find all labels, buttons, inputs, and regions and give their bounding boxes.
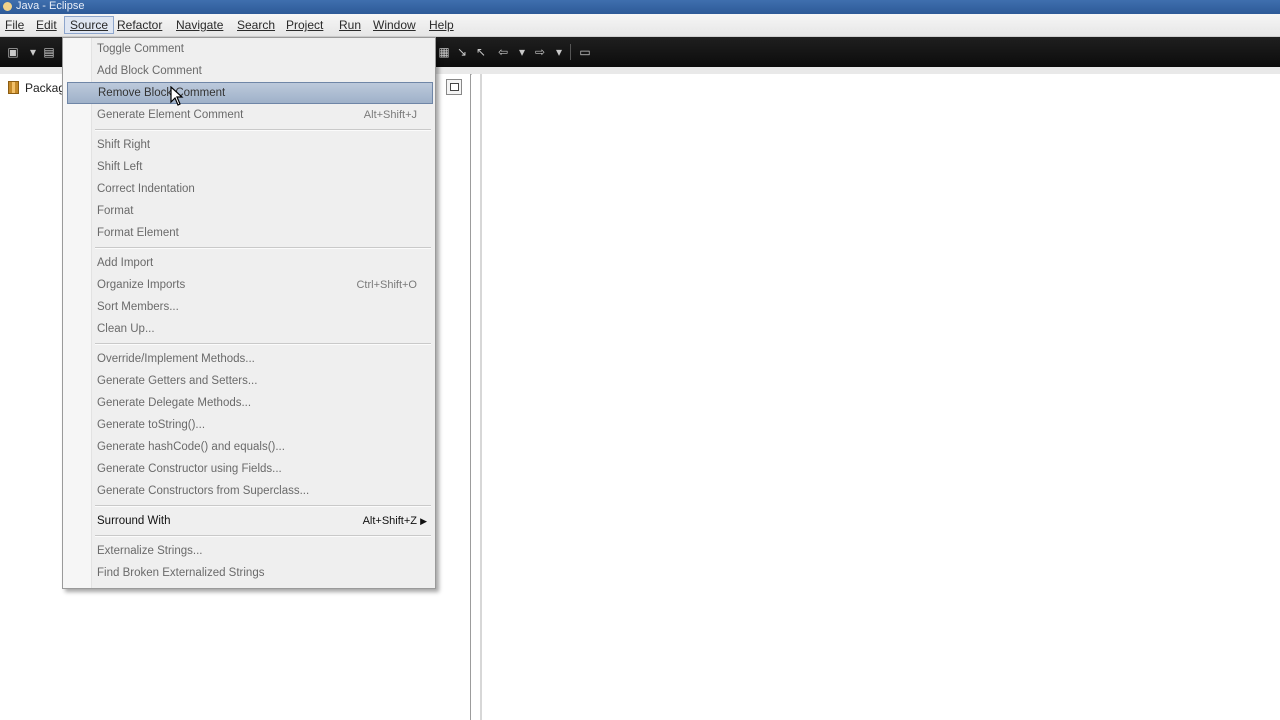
menu-item-add-import[interactable]: Add Import [67,252,431,274]
menu-item-label: Generate toString()... [97,419,206,431]
menu-item-label: Generate Element Comment [97,109,244,121]
window-title-bar: Java - Eclipse [0,0,1280,14]
menu-item-label: Externalize Strings... [97,545,203,557]
menu-help[interactable]: Help [424,17,459,33]
back-dropdown-icon[interactable]: ▾ [515,45,529,59]
package-explorer-tab[interactable]: Packag [8,80,65,96]
menu-source[interactable]: Source [64,16,115,34]
menu-item-find-broken-externalized-strings[interactable]: Find Broken Externalized Strings [67,562,431,584]
annotation-icon[interactable]: ▦ [437,45,451,59]
menu-item-format[interactable]: Format [67,200,431,222]
menu-edit[interactable]: Edit [31,17,62,33]
menu-item-add-block-comment[interactable]: Add Block Comment [67,60,431,82]
submenu-arrow-icon: ▶ [420,516,427,526]
menu-item-shortcut: Alt+Shift+Z [362,515,417,527]
menu-item-generate-constructors-from-superclass[interactable]: Generate Constructors from Superclass... [67,480,431,502]
window-title: Java - Eclipse [16,0,85,12]
menu-item-generate-delegate-methods[interactable]: Generate Delegate Methods... [67,392,431,414]
menu-bar: File Edit Source Refactor Navigate Searc… [0,14,1280,37]
menu-project[interactable]: Project [281,17,328,33]
menu-item-label: Add Block Comment [97,65,202,77]
menu-file[interactable]: File [0,17,29,33]
menu-item-toggle-comment[interactable]: Toggle Comment [67,38,431,60]
forward-dropdown-icon[interactable]: ▾ [552,45,566,59]
menu-run[interactable]: Run [334,17,366,33]
editor-area[interactable] [472,74,1280,720]
menu-item-label: Clean Up... [97,323,155,335]
menu-item-correct-indentation[interactable]: Correct Indentation [67,178,431,200]
menu-separator [95,343,431,345]
menu-item-remove-block-comment[interactable]: Remove Block Comment [67,82,433,104]
menu-item-label: Shift Right [97,139,151,151]
menu-item-label: Toggle Comment [97,43,184,55]
restore-view-button[interactable] [446,79,462,95]
menu-separator [95,129,431,131]
menu-item-format-element[interactable]: Format Element [67,222,431,244]
menu-item-shift-right[interactable]: Shift Right [67,134,431,156]
save-icon[interactable]: ▤ [42,45,56,59]
menu-separator [95,247,431,249]
menu-item-generate-constructor-using-fields[interactable]: Generate Constructor using Fields... [67,458,431,480]
menu-item-label: Add Import [97,257,154,269]
back-icon[interactable]: ⇦ [496,45,510,59]
menu-item-label: Generate Getters and Setters... [97,375,258,387]
toolbar-separator [570,44,571,60]
menu-item-shortcut: Ctrl+Shift+O [356,279,417,291]
menu-item-shift-left[interactable]: Shift Left [67,156,431,178]
menu-item-label: Shift Left [97,161,143,173]
menu-item-label: Correct Indentation [97,183,195,195]
package-icon [8,81,19,94]
menu-item-label: Sort Members... [97,301,179,313]
package-explorer-tab-label: Packag [25,81,66,95]
menu-item-clean-up[interactable]: Clean Up... [67,318,431,340]
menu-separator [95,505,431,507]
menu-item-sort-members[interactable]: Sort Members... [67,296,431,318]
source-menu-dropdown: Toggle Comment Add Block Comment Remove Bl… [62,37,436,589]
perspective-icon[interactable]: ▭ [578,45,592,59]
menu-item-generate-hashcode-and-equals[interactable]: Generate hashCode() and equals()... [67,436,431,458]
menu-item-label: Remove Block Comment [98,87,226,99]
menu-navigate[interactable]: Navigate [171,17,228,33]
menu-window[interactable]: Window [368,17,421,33]
menu-item-externalize-strings[interactable]: Externalize Strings... [67,540,431,562]
menu-item-generate-tostring[interactable]: Generate toString()... [67,414,431,436]
forward-icon[interactable]: ⇨ [533,45,547,59]
next-annotation-icon[interactable]: ↘ [455,45,469,59]
menu-item-label: Format Element [97,227,179,239]
menu-item-label: Override/Implement Methods... [97,353,255,365]
new-icon[interactable]: ▣ [6,45,20,59]
menu-item-shortcut: Alt+Shift+J [363,109,417,121]
menu-separator [95,535,431,537]
menu-item-label: Generate Delegate Methods... [97,397,252,409]
menu-item-label: Find Broken Externalized Strings [97,567,265,579]
menu-item-override-implement-methods[interactable]: Override/Implement Methods... [67,348,431,370]
menu-item-organize-imports[interactable]: Organize Imports Ctrl+Shift+O [67,274,431,296]
menu-item-generate-getters-and-setters[interactable]: Generate Getters and Setters... [67,370,431,392]
previous-annotation-icon[interactable]: ↖ [474,45,488,59]
menu-item-generate-element-comment[interactable]: Generate Element Comment Alt+Shift+J [67,104,431,126]
eclipse-app-icon [3,2,12,11]
editor-gutter [480,74,482,720]
menu-item-label: Generate hashCode() and equals()... [97,441,285,453]
menu-item-label: Generate Constructors from Superclass... [97,485,310,497]
menu-search[interactable]: Search [232,17,280,33]
menu-item-label: Generate Constructor using Fields... [97,463,282,475]
new-dropdown-icon[interactable]: ▾ [26,45,40,59]
menu-item-label: Organize Imports [97,279,186,291]
menu-item-surround-with[interactable]: Surround With Alt+Shift+Z ▶ [67,510,431,532]
mouse-cursor-icon [170,86,184,106]
menu-item-label: Surround With [97,515,171,527]
menu-item-label: Format [97,205,134,217]
menu-refactor[interactable]: Refactor [112,17,167,33]
